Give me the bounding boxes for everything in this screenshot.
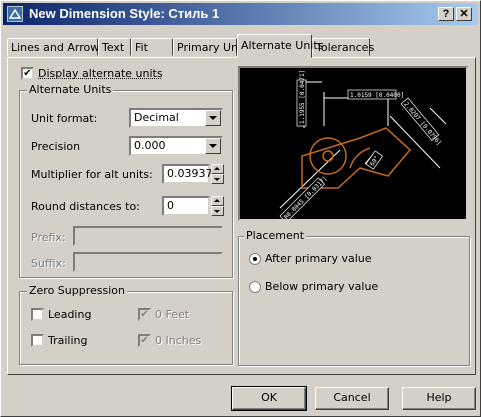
suffix-input[interactable] [73,252,223,272]
spin-up-icon[interactable] [211,196,224,206]
chevron-down-icon[interactable] [205,110,221,126]
round-distances-label: Round distances to: [31,200,140,213]
multiplier-spinner[interactable] [211,164,224,184]
tab-fit[interactable]: Fit [131,38,173,56]
tab-alternate-units[interactable]: Alternate Units [237,34,323,58]
tab-lines-and-arrows[interactable]: Lines and Arrows [7,38,105,56]
chevron-down-icon[interactable] [205,138,221,154]
spin-up-icon[interactable] [211,164,224,174]
multiplier-label: Multiplier for alt units: [31,168,153,181]
inches-label: 0 Inches [155,334,202,347]
display-alternate-label[interactable]: Display alternate units [38,67,163,80]
zero-suppression-group [19,291,233,365]
trailing-checkbox[interactable] [31,334,44,347]
alternate-units-title: Alternate Units [27,83,114,96]
round-distances-input[interactable]: 0 [162,196,210,216]
display-alternate-checkbox[interactable]: ✔ [21,67,34,80]
spin-down-icon[interactable] [211,206,224,216]
preview-dim-top: 1.0159 [0.0400] [350,92,404,99]
precision-select[interactable]: 0.000 [129,136,223,156]
after-primary-radio[interactable] [249,253,261,265]
app-icon [7,6,23,22]
ok-button[interactable]: OK [231,386,307,411]
cancel-button[interactable]: Cancel [315,387,389,410]
feet-label: 0 Feet [155,308,190,321]
preview-dim-left: 1.1955 [0.0471] [299,70,306,124]
dialog-window: New Dimension Style: Стиль 1 ? ✕ Lines a… [0,0,481,417]
after-primary-label[interactable]: After primary value [265,252,372,265]
trailing-label[interactable]: Trailing [48,334,88,347]
feet-checkbox[interactable]: ✔ [138,308,151,321]
unit-format-select[interactable]: Decimal [129,108,223,128]
title-bar[interactable]: New Dimension Style: Стиль 1 ? ✕ [3,3,478,25]
dimension-preview: 1.0159 [0.0400] 1.1955 [0.0471] 2.0207 [… [238,66,468,223]
inches-checkbox[interactable]: ✔ [138,334,151,347]
window-title: New Dimension Style: Стиль 1 [29,6,220,21]
help-caption-button[interactable]: ? [438,7,454,21]
spin-down-icon[interactable] [211,174,224,184]
prefix-input[interactable] [73,226,223,246]
below-primary-label[interactable]: Below primary value [265,280,378,293]
tab-text[interactable]: Text [98,38,131,56]
unit-format-label: Unit format: [31,112,98,125]
suffix-label: Suffix: [31,257,66,270]
tab-primary-units[interactable]: Primary Units [173,38,251,56]
help-button[interactable]: Help [402,387,476,410]
close-button[interactable]: ✕ [456,7,472,21]
zero-suppression-title: Zero Suppression [27,284,127,297]
preview-dim-right: 2.0207 [0.0796] [402,101,442,147]
multiplier-input[interactable]: 0.039370 [162,164,220,184]
leading-checkbox[interactable] [31,308,44,321]
leading-label[interactable]: Leading [48,308,91,321]
placement-title: Placement [244,229,307,242]
prefix-label: Prefix: [31,231,66,244]
round-distances-spinner[interactable] [211,196,224,216]
preview-dim-diag: R0.8045 [0.0317] [283,175,329,219]
below-primary-radio[interactable] [249,281,261,293]
preview-drawing: 1.0159 [0.0400] 1.1955 [0.0471] 2.0207 [… [279,70,447,223]
precision-label: Precision [31,140,81,153]
